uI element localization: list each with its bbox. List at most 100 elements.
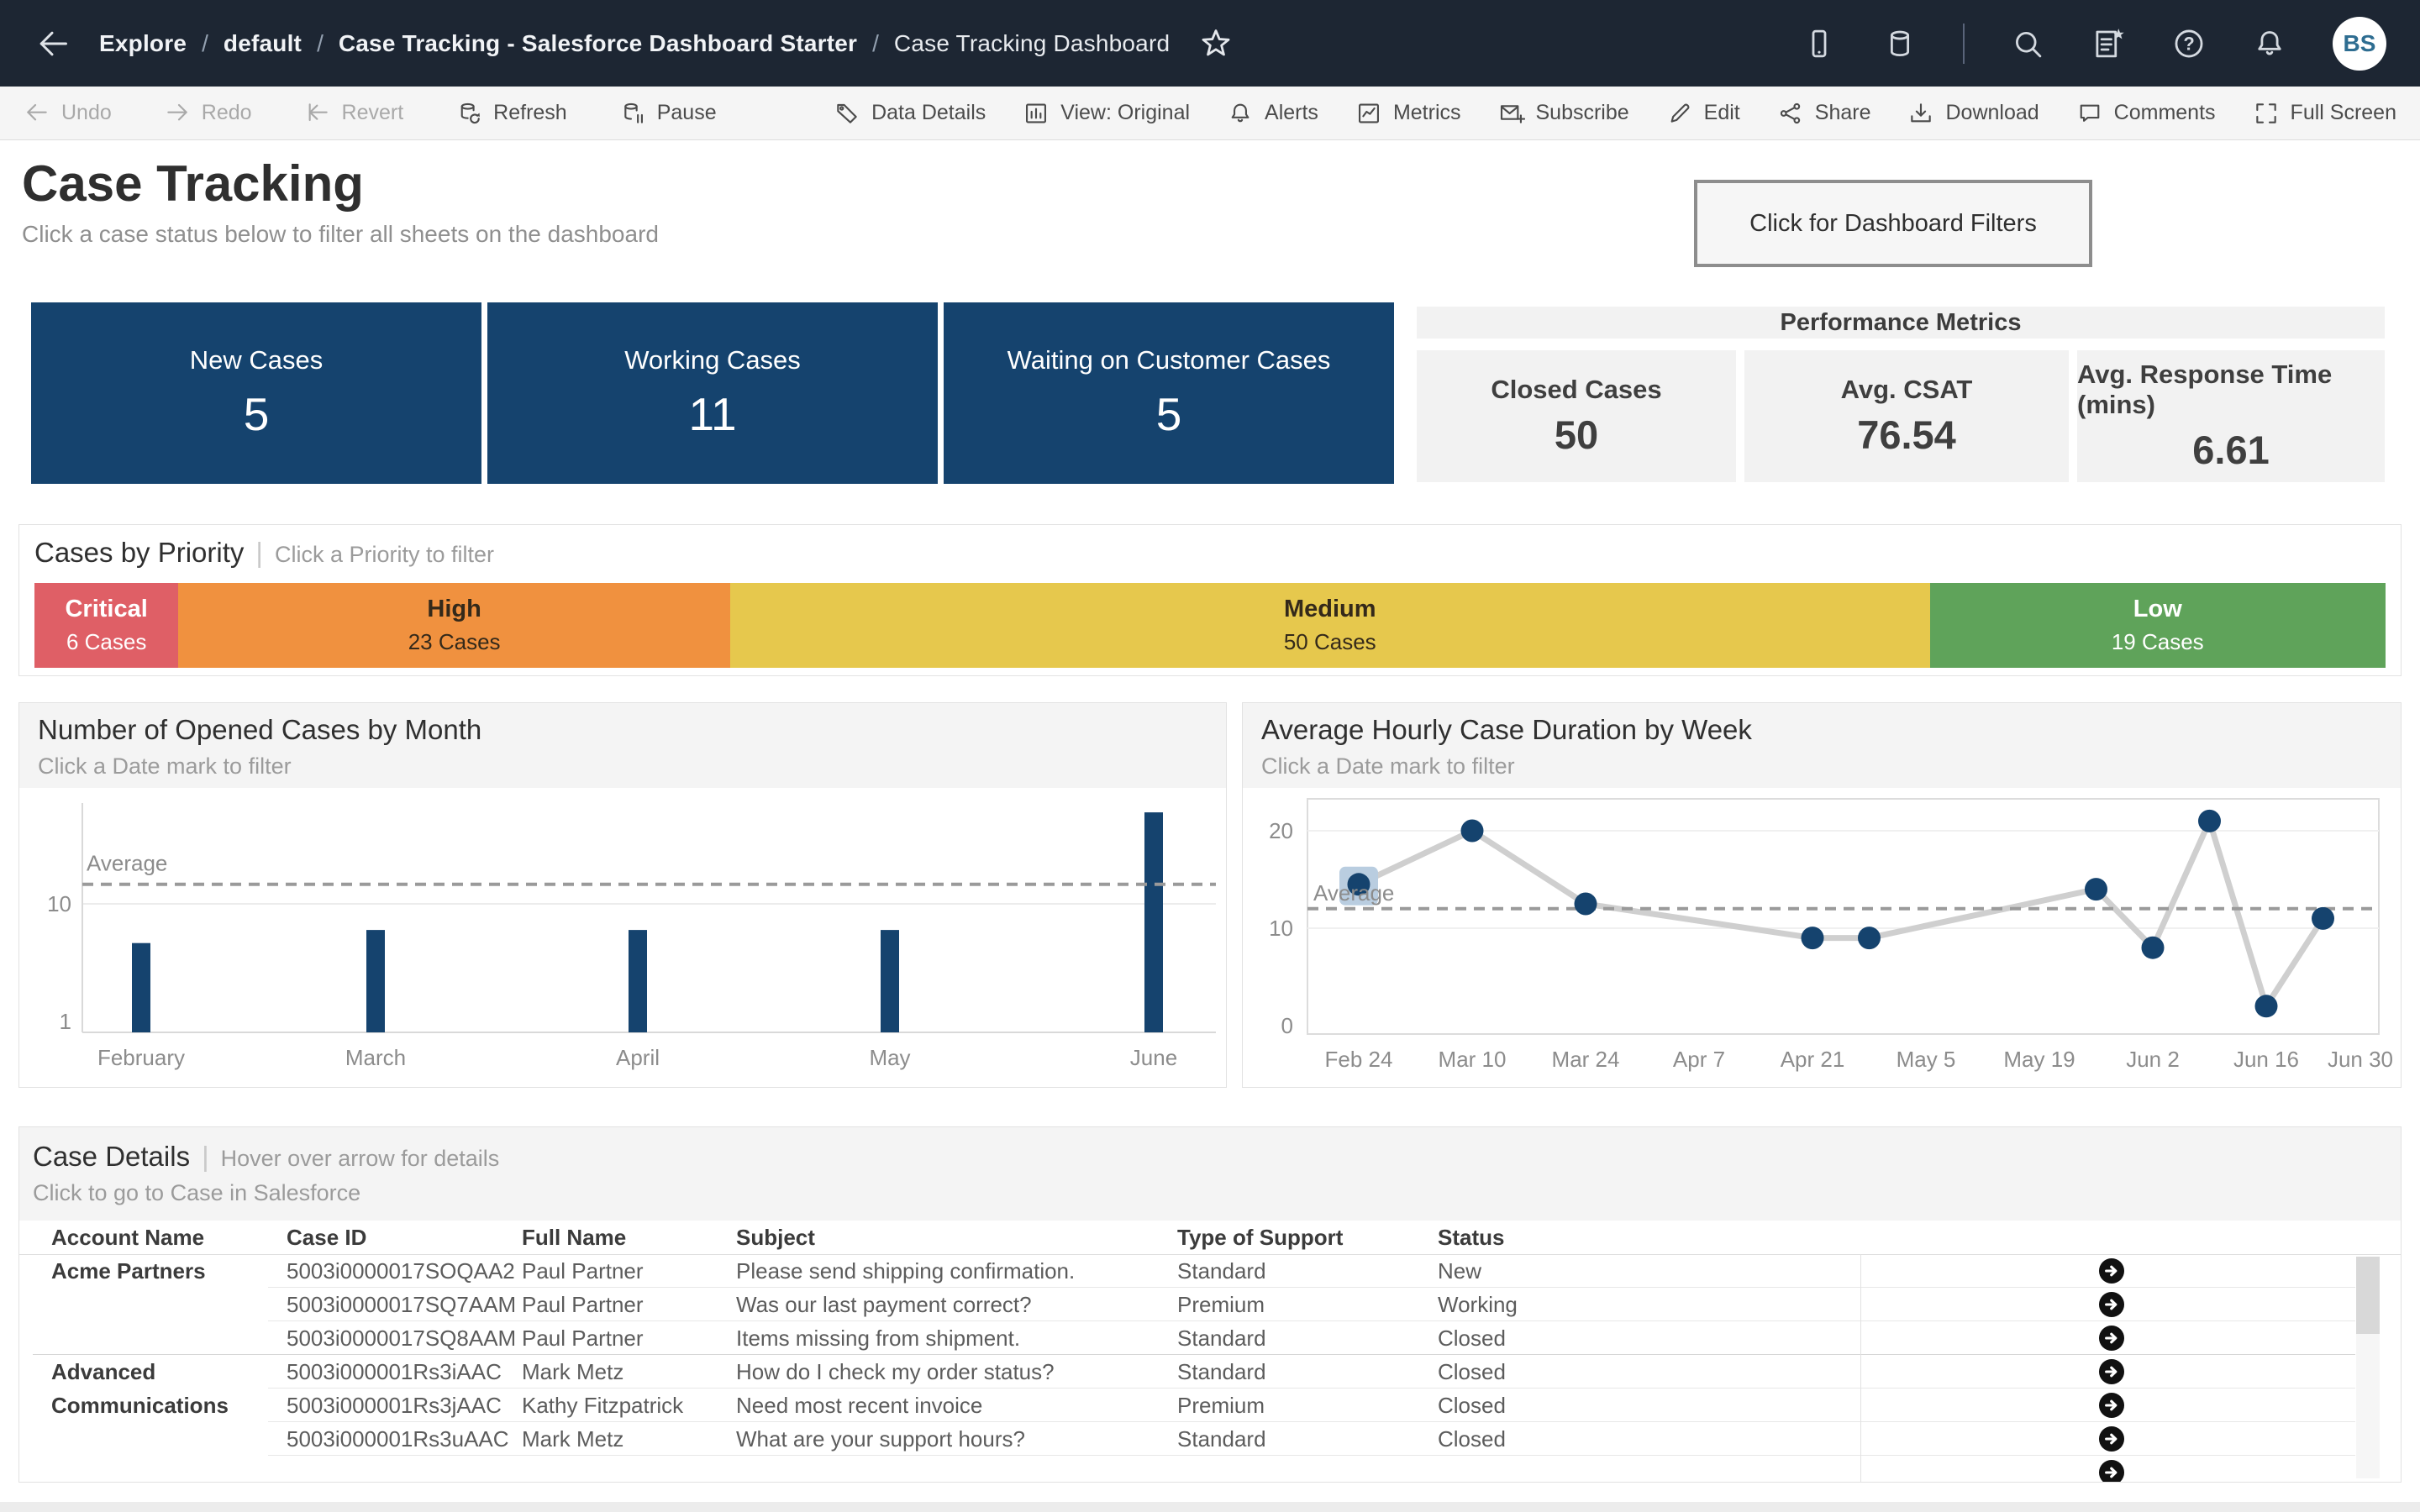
status-card-new-cases[interactable]: New Cases 5 [31, 302, 481, 484]
redo-button[interactable]: Redo [164, 100, 252, 127]
search-icon[interactable] [2010, 26, 2045, 61]
case-link-arrow[interactable] [2070, 1355, 2154, 1389]
undo-button[interactable]: Undo [24, 100, 112, 127]
cell-subject: Need most recent invoice [736, 1393, 983, 1418]
table-row-3[interactable]: Advanced Communications 5003i000001Rs3iAA… [19, 1355, 2401, 1418]
open-in-salesforce-icon[interactable] [2097, 1391, 2126, 1420]
alerts-button[interactable]: Alerts [1227, 100, 1318, 127]
case-details-title-row: Case Details | Hover over arrow for deta… [33, 1141, 2401, 1173]
favorite-star-icon[interactable] [1198, 26, 1234, 61]
priority-segment-low[interactable]: Low 19 Cases [1929, 583, 2386, 668]
bar-april[interactable] [629, 930, 647, 1032]
help-icon[interactable]: ? [2171, 26, 2207, 61]
breadcrumb-item-0[interactable]: Explore [99, 30, 187, 57]
undo-icon [24, 100, 50, 127]
redo-icon [164, 100, 191, 127]
metric-value: 50 [1554, 412, 1599, 457]
open-in-salesforce-icon[interactable] [2097, 1458, 2126, 1483]
open-in-salesforce-icon[interactable] [2097, 1357, 2126, 1386]
undo-label: Undo [61, 101, 112, 124]
navbar-divider [1963, 23, 1965, 64]
case-link-arrow[interactable] [2070, 1288, 2154, 1321]
metrics-button[interactable]: Metrics [1355, 100, 1461, 127]
subscribe-label: Subscribe [1535, 101, 1629, 124]
breadcrumb-item-3[interactable]: Case Tracking Dashboard [894, 30, 1170, 57]
refresh-button[interactable]: Refresh [455, 100, 567, 127]
priority-segment-critical[interactable]: Critical 6 Cases [34, 583, 179, 668]
point-apr-21[interactable] [1801, 927, 1824, 950]
download-label: Download [1945, 101, 2039, 124]
x-tick-may: May [869, 1045, 910, 1070]
point-may-26[interactable] [2085, 878, 2107, 901]
data-details-button[interactable]: Data Details [834, 100, 986, 127]
status-card-working-cases[interactable]: Working Cases 11 [487, 302, 938, 484]
view-button[interactable]: View: Original [1023, 100, 1190, 127]
priority-label: High [427, 596, 481, 622]
case-link-arrow[interactable] [2070, 1254, 2154, 1288]
priority-segment-high[interactable]: High 23 Cases [178, 583, 730, 668]
comments-button[interactable]: Comments [2076, 100, 2216, 127]
cell-subject: Please send shipping confirmation. [736, 1258, 1076, 1284]
point-jun-16[interactable] [2254, 995, 2278, 1018]
user-avatar[interactable]: BS [2333, 16, 2386, 71]
priority-count: 19 Cases [2111, 629, 2204, 654]
opened-cases-bar-chart: 1 10 February March April May June Average [47, 803, 1216, 1070]
x-tick-apr-21: Apr 21 [1781, 1047, 1845, 1072]
case-details-subtitle: Click to go to Case in Salesforce [33, 1180, 361, 1205]
x-tick-april: April [616, 1045, 660, 1070]
table-row-2[interactable]: 5003i0000017SQ8AAM Paul Partner Items miss… [19, 1321, 2401, 1355]
share-icon [1777, 100, 1804, 127]
cell-subject: Items missing from shipment. [736, 1326, 1021, 1351]
case-link-arrow[interactable] [2070, 1389, 2154, 1422]
bar-june[interactable] [1144, 812, 1163, 1032]
table-row-0[interactable]: Acme Partners 5003i0000017SOQAA2 Paul Part… [19, 1254, 2401, 1288]
back-button[interactable] [34, 25, 71, 62]
case-link-arrow[interactable] [2070, 1422, 2154, 1456]
case-link-arrow[interactable] [2070, 1321, 2154, 1355]
edit-button[interactable]: Edit [1666, 100, 1740, 127]
table-row-6[interactable] [19, 1456, 2401, 1483]
bar-march[interactable] [366, 930, 385, 1032]
top-navbar: Explore / default / Case Tracking - Salesfor… [0, 0, 2420, 87]
bar-february[interactable] [132, 942, 150, 1032]
average-label: Average [1313, 880, 1394, 906]
point-jun-9[interactable] [2198, 809, 2221, 832]
cell-type-of-support: Standard [1177, 1359, 1266, 1384]
table-row-5[interactable]: 5003i000001Rs3uAAC Mark Metz What are your… [19, 1422, 2401, 1456]
revert-button[interactable]: Revert [304, 100, 403, 127]
point-jun-23[interactable] [2312, 906, 2334, 930]
custom-views-icon[interactable] [2091, 26, 2126, 61]
subscribe-button[interactable]: Subscribe [1498, 100, 1629, 127]
device-preview-icon[interactable] [1802, 26, 1837, 61]
comments-icon [2076, 100, 2103, 127]
download-button[interactable]: Download [1907, 100, 2039, 127]
open-in-salesforce-icon[interactable] [2097, 1257, 2126, 1285]
pause-button[interactable]: Pause [619, 100, 717, 127]
point-mar-10[interactable] [1460, 819, 1484, 843]
revert-icon [304, 100, 331, 127]
point-jun-2[interactable] [2141, 936, 2165, 959]
breadcrumb-item-2[interactable]: Case Tracking - Salesforce Dashboard Sta… [339, 30, 857, 57]
notifications-icon[interactable] [2252, 26, 2287, 61]
cell-status: Closed [1438, 1393, 1506, 1418]
breadcrumb-item-1[interactable]: default [224, 30, 302, 57]
open-in-salesforce-icon[interactable] [2097, 1425, 2126, 1453]
bar-may[interactable] [881, 930, 899, 1032]
table-row-1[interactable]: 5003i0000017SQ7AAM Paul Partner Was our la… [19, 1288, 2401, 1321]
table-scrollbar[interactable] [2356, 1257, 2380, 1478]
table-row-4[interactable]: 5003i000001Rs3jAAC Kathy Fitzpatrick Need … [19, 1389, 2401, 1422]
dashboard-filters-button[interactable]: Click for Dashboard Filters [1694, 180, 2092, 267]
redo-label: Redo [201, 101, 252, 124]
open-in-salesforce-icon[interactable] [2097, 1324, 2126, 1352]
point-mar-24[interactable] [1574, 892, 1597, 916]
open-in-salesforce-icon[interactable] [2097, 1290, 2126, 1319]
data-source-icon[interactable] [1882, 26, 1918, 61]
status-card-label: Waiting on Customer Cases [1007, 345, 1331, 375]
status-card-waiting-on-customer-cases[interactable]: Waiting on Customer Cases 5 [944, 302, 1394, 484]
table-scrollbar-thumb[interactable] [2356, 1257, 2380, 1334]
priority-segment-medium[interactable]: Medium 50 Cases [729, 583, 1930, 668]
point-apr-28[interactable] [1858, 927, 1881, 950]
share-button[interactable]: Share [1777, 100, 1870, 127]
full-screen-button[interactable]: Full Screen [2253, 100, 2396, 127]
case-link-arrow[interactable] [2070, 1456, 2154, 1483]
